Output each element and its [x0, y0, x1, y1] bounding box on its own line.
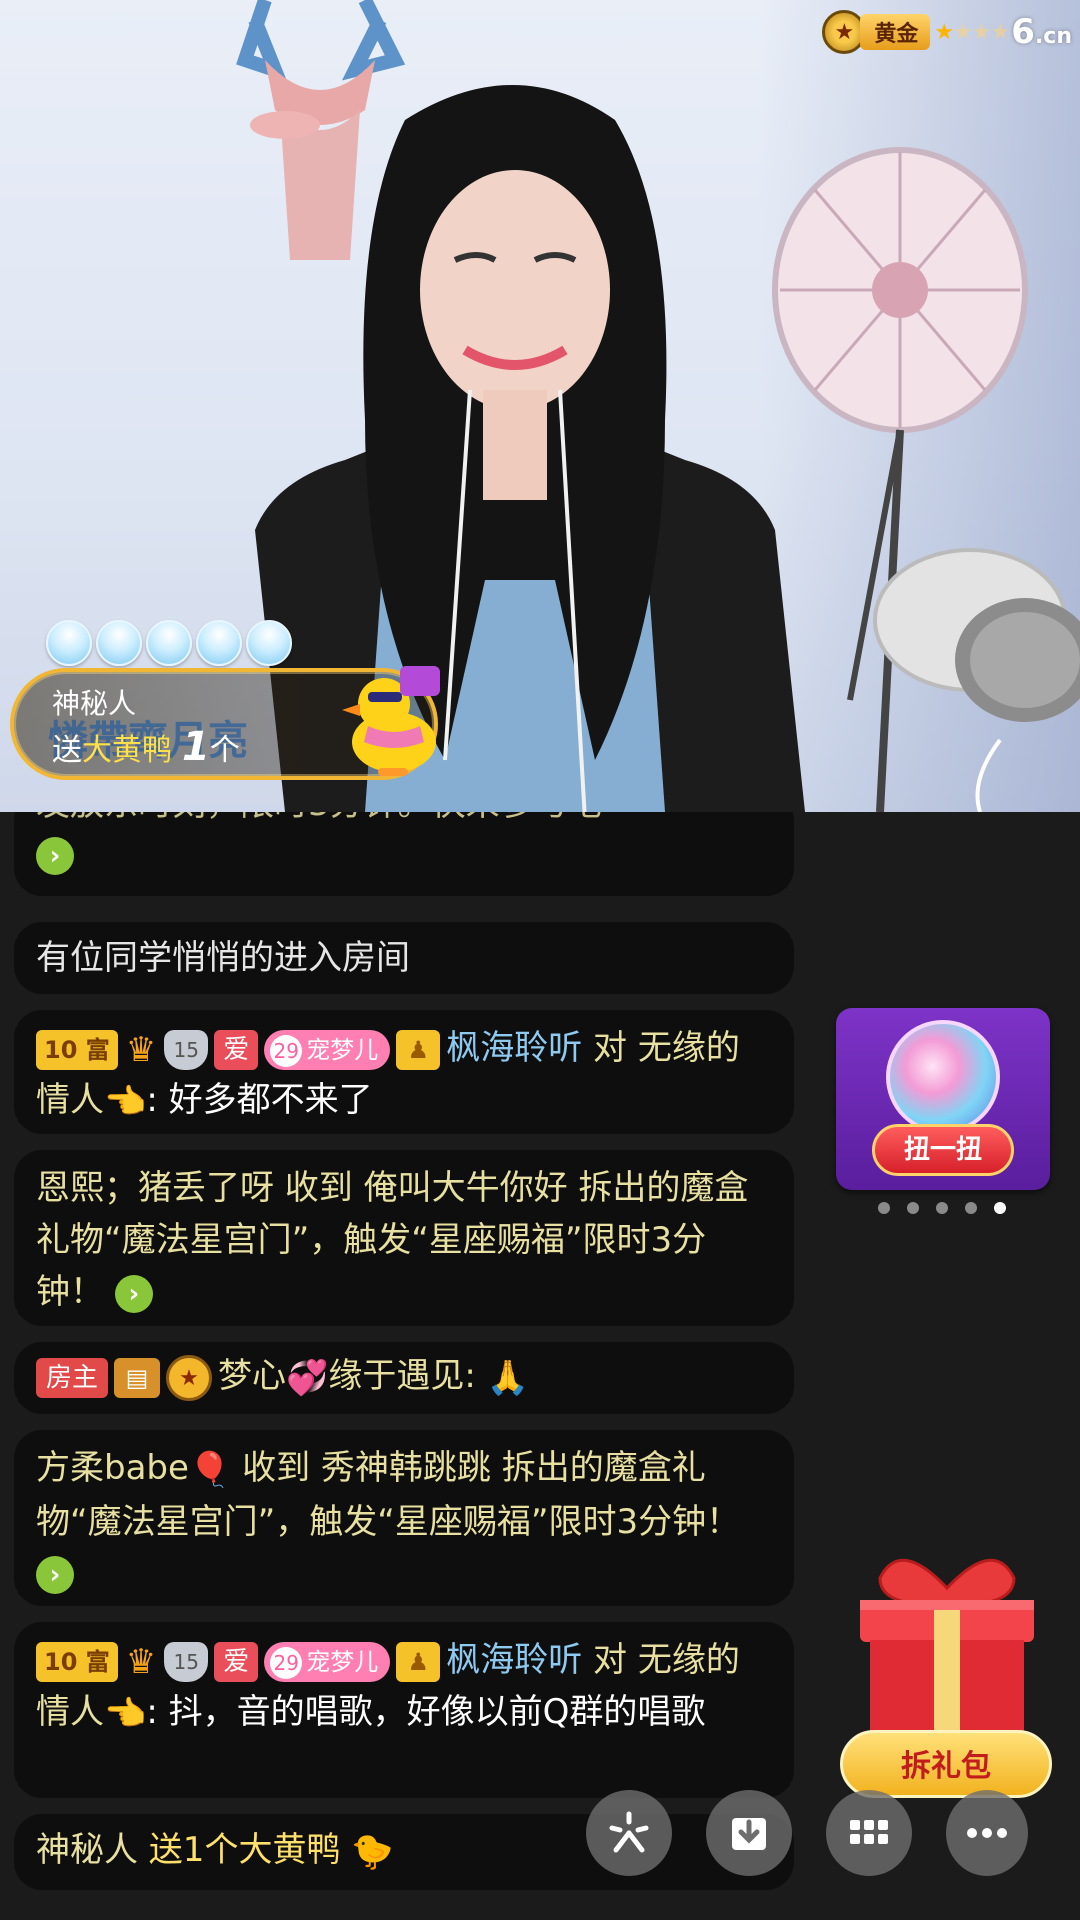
rank-stars: ★★★★ — [934, 19, 1011, 45]
chat-message: 10 富 ♛ 15 爱 29 宠梦儿 ♟ 枫海聆听 对 无缘的情人👈: 好多都不来了 — [14, 1010, 794, 1134]
yellow-duck-gift-icon — [342, 666, 440, 776]
combo-bubble — [246, 620, 292, 666]
crown-icon: ♛ — [125, 1029, 157, 1070]
pet-badge: 29 宠梦儿 — [264, 1029, 391, 1070]
capsule-machine-icon — [886, 1020, 1000, 1134]
chat-message: 10 富 ♛ 15 爱 29 宠梦儿 ♟ 枫海聆听 对 无缘的情人👈: 抖，音的唱歌，好像以前… — [14, 1622, 794, 1798]
pager-dot-active[interactable] — [994, 1202, 1006, 1214]
sparkle-icon — [609, 1811, 649, 1853]
rank-label: 黄金 — [860, 14, 931, 50]
chat-message: 神秘人 送1个大黄鸭 🐤 — [14, 1814, 794, 1890]
host-badge: 房主 — [36, 1357, 109, 1398]
gold-medal-icon: ★ — [166, 1354, 213, 1401]
gift-message-text: 送1个大黄鸭 — [138, 1830, 341, 1870]
pointing-hand-icon: 👈 — [104, 1693, 147, 1734]
star-empty-icon: ★ — [971, 19, 992, 45]
username[interactable]: 梦心 — [218, 1356, 286, 1396]
combo-indicator — [46, 620, 292, 666]
chat-message: 有位同学悄悄的进入房间 — [14, 922, 794, 994]
username[interactable]: 枫海聆听 — [446, 1640, 582, 1680]
pointing-hand-icon: 👈 — [104, 1081, 147, 1122]
more-options-button[interactable] — [946, 1790, 1028, 1876]
system-message-text: 发放东时刻，限时3分钟。快来参与吧 — [36, 812, 772, 828]
crown-icon: ♛ — [125, 1641, 157, 1682]
rich-level-badge: 10 富 — [36, 1641, 118, 1682]
username-2[interactable]: 缘于遇见: — [328, 1356, 475, 1396]
chat-list[interactable]: 发放东时刻，限时3分钟。快来参与吧 › 有位同学悄悄的进入房间 10 富♛15爱… — [0, 812, 800, 1920]
star-filled-icon: ★ — [934, 19, 954, 45]
go-arrow-icon[interactable]: › — [36, 836, 74, 875]
combo-bubble — [46, 620, 92, 666]
love-badge: 爱 — [214, 1029, 259, 1070]
gift-name: 大黄鸭 — [82, 733, 172, 768]
vip-user-icon: ♟ — [396, 1029, 441, 1070]
combo-bubble — [196, 620, 242, 666]
chat-message: 房主 ▤ ★ 梦心💞缘于遇见: 🙏 — [14, 1342, 794, 1414]
gift-description: 送大黄鸭 1个 — [52, 724, 240, 770]
heart-icon: 29 — [270, 1646, 303, 1679]
carousel-pager — [878, 1202, 1006, 1214]
chat-message: 方柔babe🎈 收到 秀神韩跳跳 拆出的魔盒礼物“魔法星宫门”，触发“星座赐福”… — [14, 1430, 794, 1606]
open-gift-button[interactable]: 拆礼包 — [840, 1730, 1052, 1798]
download-icon — [732, 1818, 766, 1850]
combo-bubble — [146, 620, 192, 666]
save-download-button[interactable] — [706, 1790, 792, 1876]
system-message-text: 有位同学悄悄的进入房间 — [36, 938, 410, 978]
pager-dot[interactable] — [878, 1202, 890, 1214]
balloon-icon: 🎈 — [188, 1449, 232, 1490]
grid-icon — [850, 1820, 888, 1844]
username[interactable]: 神秘人 — [36, 1830, 138, 1870]
praying-emoji-icon: 🙏 — [486, 1357, 529, 1398]
star-empty-icon: ★ — [953, 19, 973, 45]
pager-dot[interactable] — [936, 1202, 948, 1214]
chat-message: 恩熙；猪丢了呀 收到 俺叫大牛你好 拆出的魔盒礼物“魔法星宫门”，触发“星座赐福… — [14, 1150, 794, 1326]
treasure-box-icon: ▤ — [114, 1357, 161, 1398]
rich-level-badge: 10 富 — [36, 1029, 118, 1070]
spin-button[interactable]: 扭一扭 — [872, 1124, 1014, 1176]
username[interactable]: 枫海聆听 — [446, 1028, 582, 1068]
anchor-rank-badge[interactable]: ★ 黄金 ★★★★ 6.cn — [822, 8, 1072, 56]
menu-grid-button[interactable] — [826, 1790, 912, 1876]
message-text: : 好多都不来了 — [146, 1080, 373, 1120]
guard-shield-icon: 15 — [164, 1641, 209, 1682]
go-arrow-icon[interactable]: › — [114, 1274, 153, 1313]
go-arrow-icon[interactable]: › — [36, 1556, 74, 1594]
message-text: : 抖，音的唱歌，好像以前Q群的唱歌 — [146, 1692, 706, 1732]
effects-button[interactable] — [586, 1790, 672, 1876]
live-video[interactable]: ★ 黄金 ★★★★ 6.cn 憐帶齊月亮 神秘人 送大黄鸭 1个 — [0, 0, 1080, 812]
chat-message: 发放东时刻，限时3分钟。快来参与吧 › — [14, 812, 794, 896]
combo-bubble — [96, 620, 142, 666]
gift-count: 1 — [182, 724, 210, 770]
gift-sender-name: 神秘人 — [52, 687, 137, 720]
yellow-duck-icon: 🐤 — [351, 1831, 394, 1872]
guard-shield-icon: 15 — [164, 1029, 209, 1070]
studio-lamp — [772, 147, 1080, 812]
pager-dot[interactable] — [907, 1202, 919, 1214]
vip-user-icon: ♟ — [396, 1641, 441, 1682]
username[interactable]: 方柔babe — [36, 1448, 189, 1488]
more-icon — [967, 1828, 1007, 1838]
hearts-icon: 💞 — [286, 1357, 329, 1398]
star-empty-icon: ★ — [990, 19, 1011, 45]
pet-badge: 29 宠梦儿 — [264, 1641, 391, 1682]
love-badge: 爱 — [214, 1641, 259, 1682]
site-logo: 6.cn — [1011, 12, 1072, 52]
gacha-spin-card[interactable]: 扭一扭 — [836, 1008, 1050, 1190]
pager-dot[interactable] — [965, 1202, 977, 1214]
heart-icon: 29 — [270, 1034, 303, 1067]
